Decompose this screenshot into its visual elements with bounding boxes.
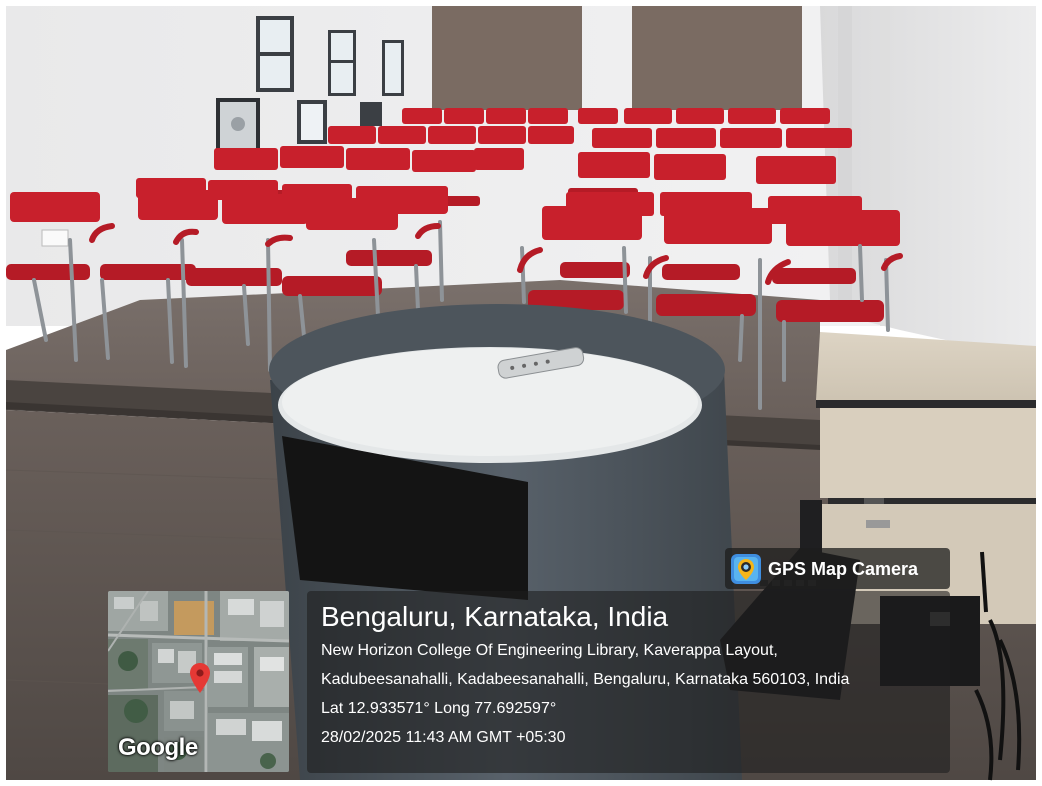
location-title: Bengaluru, Karnataka, India: [321, 601, 669, 632]
photo-stage: Google GPS Map Camera Bengaluru, Karnata…: [0, 0, 1042, 786]
map-thumbnail: Google: [108, 591, 289, 772]
wood-panel-left: [432, 6, 582, 110]
coordinates-text: Lat 12.933571° Long 77.692597°: [321, 700, 557, 717]
map-pin-icon: [190, 663, 210, 693]
google-logo: Google: [118, 734, 198, 761]
gps-map-camera-badge: GPS Map Camera: [725, 548, 950, 589]
badge-label: GPS Map Camera: [768, 559, 919, 579]
wood-panel-right: [632, 6, 802, 110]
address-line-1: New Horizon College Of Engineering Libra…: [321, 642, 778, 659]
address-line-2: Kadubeesanahalli, Kadabeesanahalli, Beng…: [321, 671, 850, 688]
window: [360, 102, 382, 126]
gps-info-panel: Bengaluru, Karnataka, India New Horizon …: [307, 591, 950, 773]
timestamp-text: 28/02/2025 11:43 AM GMT +05:30: [321, 729, 566, 746]
gps-map-camera-icon: [731, 554, 761, 584]
